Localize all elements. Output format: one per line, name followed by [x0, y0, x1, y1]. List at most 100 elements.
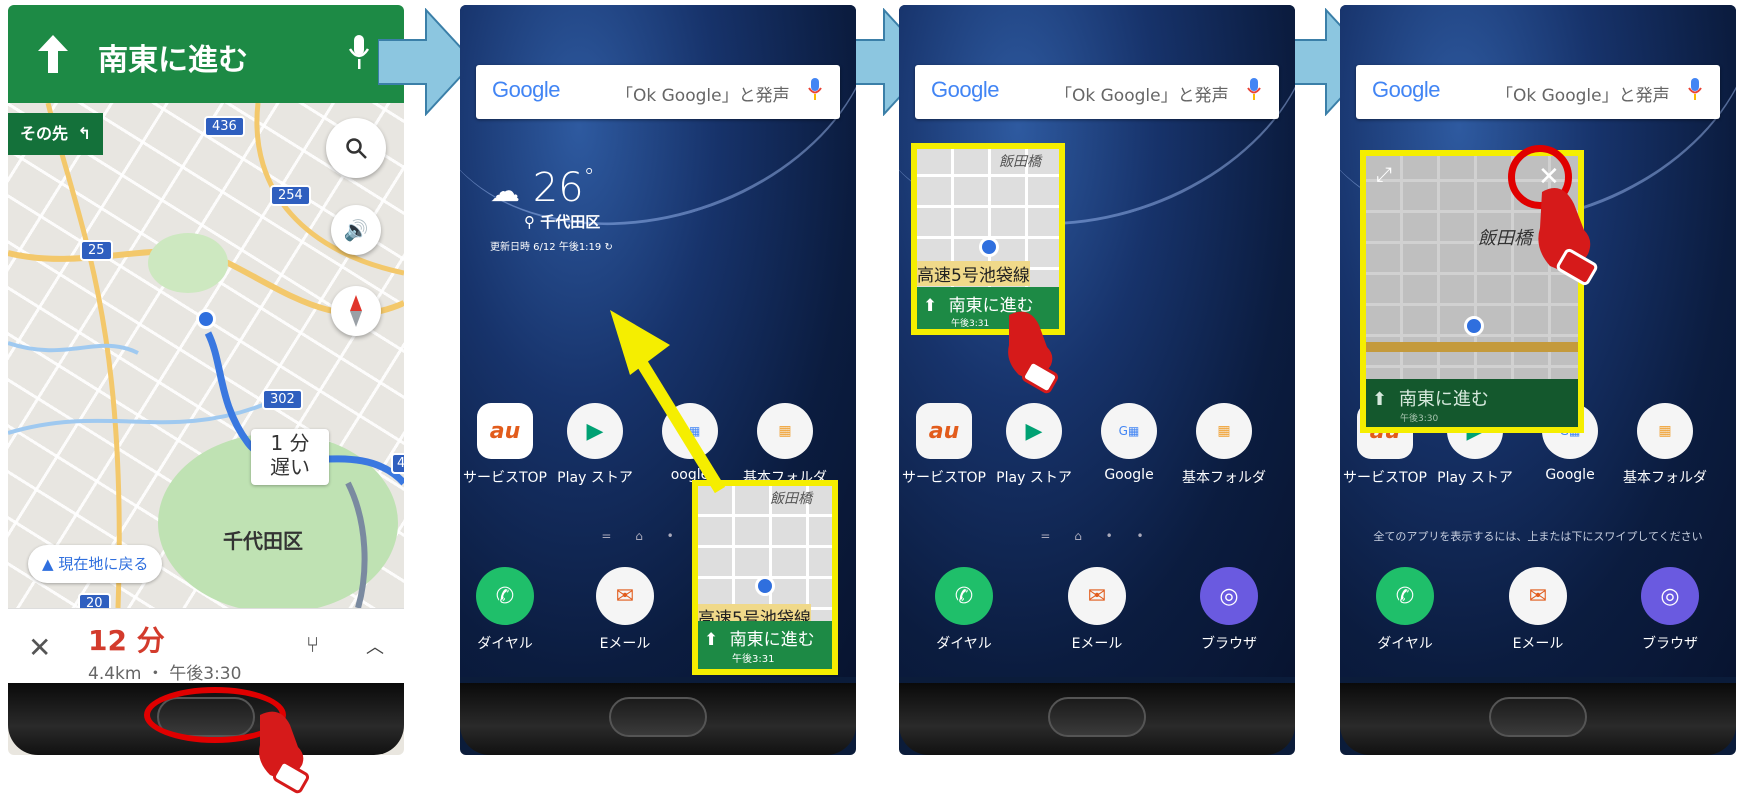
eta-minutes: 12 分 [88, 624, 165, 657]
pip-road-label: 高速5号池袋線 [917, 261, 1030, 286]
app-label: Eメール [1071, 636, 1123, 652]
swipe-hint: 全てのアプリを表示するには、上または下にスワイプしてください [1373, 530, 1703, 543]
app-label: ダイヤル [1377, 636, 1433, 652]
folder-icon: ▦ [757, 403, 813, 459]
app-browser[interactable]: ◎ ブラウザ [1184, 567, 1274, 653]
phone-icon: ✆ [1376, 567, 1434, 625]
turn-left-icon: ↰ [77, 124, 91, 143]
app-label: Eメール [1512, 636, 1564, 652]
email-icon: ✉ [596, 567, 654, 625]
app-play-store[interactable]: ▶ Play ストア [989, 403, 1079, 487]
pip-time: 午後3:31 [732, 654, 775, 665]
app-dialer[interactable]: ✆ ダイヤル [1360, 567, 1450, 653]
app-basic-folder[interactable]: ▦ 基本フォルダ [1620, 403, 1710, 487]
up-arrow-icon: ⬆ [704, 630, 719, 650]
google-logo: Google [1372, 77, 1440, 103]
app-label: Google [1545, 467, 1595, 483]
home-button[interactable] [609, 697, 707, 737]
screen-navigation: 南東に進む その先 ↰ 436 254 25 302 20 4 🔊 1 分 遅い… [8, 5, 404, 755]
pip-map-window[interactable]: 飯田橋 高速5号池袋線 ⬆ 南東に進む 午後3:31 [692, 480, 838, 675]
screen-home-pip-corner: Google 「Ok Google」と発声 ☁ 26° ⚲ 千代田区 更新日時 … [460, 5, 856, 755]
app-dialer[interactable]: ✆ ダイヤル [919, 567, 1009, 653]
folder-icon: ▦ [1637, 403, 1693, 459]
app-browser[interactable]: ◎ ブラウザ [1625, 567, 1715, 653]
app-dialer[interactable]: ✆ ダイヤル [460, 567, 550, 653]
app-label: Play ストア [1437, 470, 1513, 486]
google-logo-text: Google [1372, 77, 1440, 102]
app-basic-folder[interactable]: ▦ 基本フォルダ [1179, 403, 1269, 487]
mic-icon[interactable] [1688, 78, 1702, 100]
mic-icon[interactable] [808, 78, 822, 100]
google-search-bar[interactable]: Google 「Ok Google」と発声 [476, 65, 840, 119]
volume-button[interactable]: 🔊 [331, 205, 381, 255]
mic-icon[interactable] [1247, 78, 1261, 100]
weather-updated: 更新日時 6/12 午後1:19 [490, 242, 602, 253]
map-roads [8, 103, 404, 608]
close-navigation-button[interactable]: ✕ [28, 631, 51, 664]
navigation-arrow-icon: ▲ [42, 555, 54, 573]
delay-line1: 1 分 [270, 431, 310, 455]
pip-location-dot [755, 576, 775, 596]
search-button[interactable] [326, 118, 386, 178]
location-pin-icon: ⚲ [524, 213, 535, 231]
trip-footer: ✕ 12 分 4.4km ・ 午後3:30 ⑂ ︿ [8, 608, 404, 689]
pip-direction-bar: ⬆ 南東に進む 午後3:31 [698, 621, 832, 669]
app-label: ブラウザ [1201, 636, 1257, 652]
cloud-icon: ☁ [490, 174, 520, 209]
map-view[interactable] [8, 103, 404, 608]
route-badge: 302 [262, 389, 303, 410]
compass-icon [350, 295, 362, 327]
fork-route-icon: ⑂ [306, 633, 320, 658]
google-logo-text: Google [931, 77, 999, 102]
email-icon: ✉ [1509, 567, 1567, 625]
weather-widget[interactable]: ☁ 26° ⚲ 千代田区 更新日時 6/12 午後1:19 ↻ [490, 165, 613, 253]
chevron-up-icon: ︿ [366, 637, 384, 658]
volume-icon: 🔊 [343, 218, 369, 242]
app-service-top[interactable]: au サービスTOP [899, 403, 989, 487]
recenter-button[interactable]: ▲ 現在地に戻る [28, 545, 163, 583]
delay-bubble: 1 分 遅い [251, 429, 329, 485]
refresh-icon[interactable]: ↻ [604, 242, 612, 253]
google-search-bar[interactable]: Google 「Ok Google」と発声 [1356, 65, 1720, 119]
app-service-top[interactable]: au サービスTOP [460, 403, 550, 487]
then-chip: その先 ↰ [8, 113, 103, 155]
google-logo: Google [931, 77, 999, 103]
app-label: ブラウザ [1642, 636, 1698, 652]
up-arrow-icon: ⬆ [1372, 389, 1388, 410]
delay-line2: 遅い [270, 455, 310, 479]
current-location-dot [196, 309, 216, 329]
app-label: Play ストア [996, 470, 1072, 486]
google-logo-text: Google [492, 77, 560, 102]
google-search-bar[interactable]: Google 「Ok Google」と発声 [915, 65, 1279, 119]
app-email[interactable]: ✉ Eメール [1052, 567, 1142, 653]
app-email[interactable]: ✉ Eメール [1493, 567, 1583, 653]
au-service-icon: au [477, 403, 533, 459]
expand-pip-button[interactable]: ⤢ [1376, 162, 1392, 186]
pip-bridge-label: 飯田橋 [1478, 228, 1532, 249]
search-hint: 「Ok Google」と発声 [1496, 86, 1670, 106]
route-badge: 436 [204, 116, 245, 137]
app-label: ダイヤル [936, 636, 992, 652]
drag-direction-arrow [610, 310, 726, 494]
pip-bridge-label: 飯田橋 [770, 491, 812, 507]
app-label: Eメール [599, 636, 651, 652]
tapping-hand-icon [1538, 188, 1598, 286]
app-google-folder[interactable]: G▦ Google [1084, 403, 1174, 483]
screen-home-pip-moved: Google 「Ok Google」と発声 飯田橋 高速5号池袋線 ⬆ 南東に進… [899, 5, 1295, 755]
app-label: サービスTOP [462, 470, 547, 486]
distance-time: 4.4km ・ 午後3:30 [88, 664, 242, 684]
temperature-unit: ° [583, 165, 595, 190]
google-logo: Google [492, 77, 560, 103]
pip-location-dot [979, 237, 999, 257]
pip-time: 午後3:30 [1400, 414, 1439, 424]
mic-icon[interactable] [348, 35, 370, 71]
app-label: ダイヤル [477, 636, 533, 652]
compass-button[interactable] [331, 286, 381, 336]
home-button[interactable] [1048, 697, 1146, 737]
app-email[interactable]: ✉ Eメール [580, 567, 670, 653]
route-options-button[interactable]: ⑂ [306, 633, 319, 658]
home-button[interactable] [1489, 697, 1587, 737]
app-basic-folder[interactable]: ▦ 基本フォルダ [740, 403, 830, 487]
nav-banner[interactable]: 南東に進む [8, 5, 404, 103]
expand-button[interactable]: ︿ [366, 633, 384, 659]
